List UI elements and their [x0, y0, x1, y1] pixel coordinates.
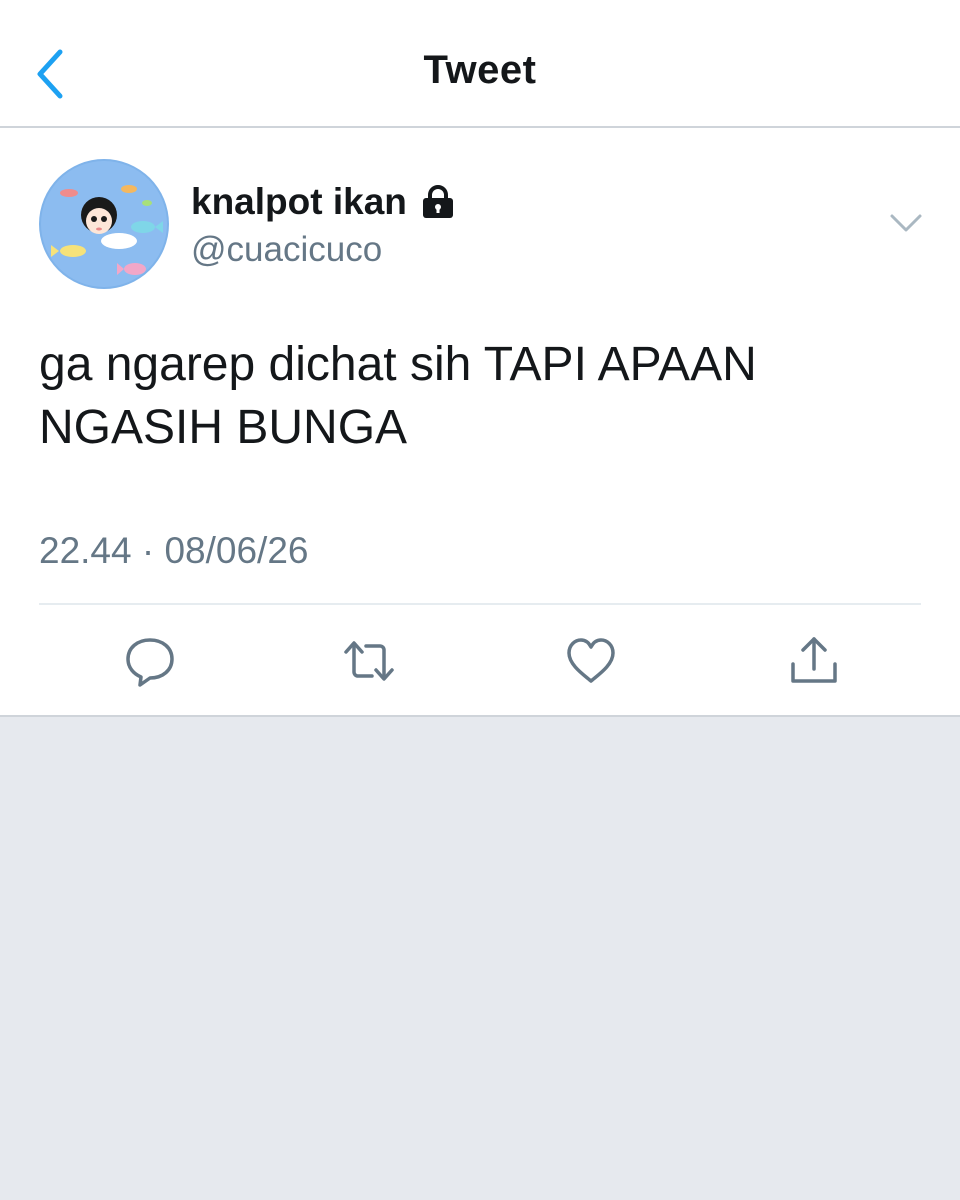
- share-icon: [791, 637, 837, 683]
- like-button[interactable]: [564, 634, 618, 688]
- divider: [39, 603, 921, 605]
- retweet-icon: [344, 641, 394, 681]
- heart-icon: [567, 638, 615, 683]
- share-button[interactable]: [787, 634, 841, 688]
- reply-button[interactable]: [123, 634, 177, 688]
- page-title: Tweet: [423, 48, 537, 92]
- avatar[interactable]: [39, 159, 169, 289]
- reply-icon: [126, 638, 174, 687]
- author-name-row[interactable]: knalpot ikan: [191, 180, 455, 224]
- user-handle[interactable]: @cuacicuco: [191, 228, 382, 272]
- lock-icon: [421, 184, 455, 220]
- tweet-timestamp[interactable]: 22.44 · 08/06/26: [39, 528, 309, 574]
- more-options-button[interactable]: [888, 210, 924, 238]
- avatar-image: [39, 159, 169, 289]
- navigation-bar: Tweet: [0, 0, 960, 128]
- tweet-detail-screen: Tweet knalpot ikan @cuacicuco ga ngarep …: [0, 0, 960, 1200]
- tweet-text: ga ngarep dichat sih TAPI APAAN NGASIH B…: [39, 333, 919, 459]
- tweet-text-line: NGASIH BUNGA: [39, 401, 408, 454]
- tweet-card: knalpot ikan @cuacicuco ga ngarep dichat…: [0, 128, 960, 717]
- chevron-down-icon: [890, 214, 922, 232]
- retweet-button[interactable]: [342, 634, 396, 688]
- tweet-text-line: ga ngarep dichat sih TAPI APAAN: [39, 338, 757, 391]
- display-name: knalpot ikan: [191, 181, 407, 222]
